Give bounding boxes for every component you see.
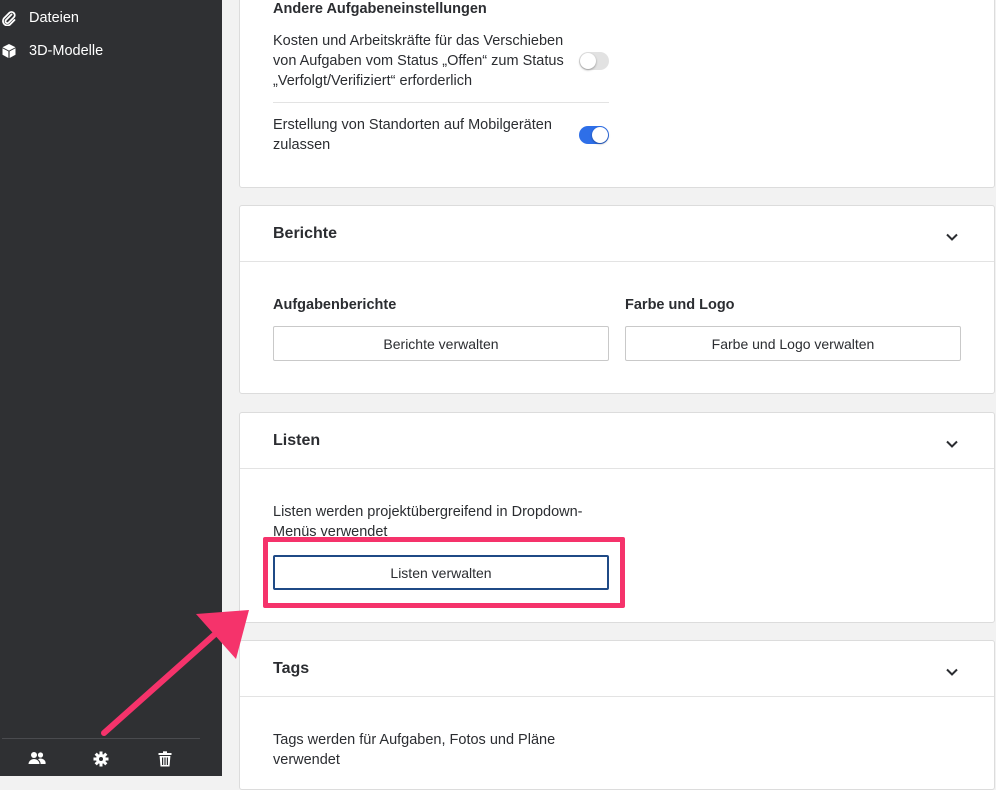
reports-panel: Berichte Aufgabenberichte Berichte verwa… [239,205,995,394]
sidebar-item-files[interactable]: Dateien [0,6,79,30]
manage-lists-button[interactable]: Listen verwalten [273,555,609,590]
color-logo-heading: Farbe und Logo [625,297,735,313]
toggle-costs-required[interactable] [579,52,609,70]
tags-panel: Tags Tags werden für Aufgaben, Fotos und… [239,640,995,790]
sidebar-item-label: 3D-Modelle [29,43,104,59]
panel-title: Berichte [273,225,338,242]
tags-panel-header[interactable]: Tags [240,641,994,697]
trash-icon[interactable] [158,751,172,772]
sidebar: Dateien 3D-Modelle [0,0,222,776]
divider [273,102,609,103]
lists-panel-header[interactable]: Listen [240,413,994,469]
task-settings-panel: Andere Aufgabeneinstellungen Kosten und … [239,0,995,188]
cube-icon [0,43,20,59]
setting-label-mobile-locations: Erstellung von Standorten auf Mobilgerät… [273,117,552,153]
toggle-knob [592,127,608,143]
gear-icon[interactable] [93,751,109,772]
task-reports-heading: Aufgabenberichte [273,297,397,313]
lists-description: Listen werden projektübergreifend in Dro… [273,504,583,540]
sidebar-footer [2,738,200,776]
lists-panel: Listen Listen werden projektübergreifend… [239,412,995,623]
chevron-down-icon[interactable] [946,663,958,681]
task-settings-heading: Andere Aufgabeneinstellungen [273,1,487,17]
panel-title: Listen [273,432,321,449]
tags-description: Tags werden für Aufgaben, Fotos und Plän… [273,732,556,768]
toggle-knob [580,53,596,69]
users-icon[interactable] [28,751,46,770]
setting-label-costs-required: Kosten und Arbeitskräfte für das Verschi… [273,33,564,89]
sidebar-item-3d-models[interactable]: 3D-Modelle [0,39,103,63]
chevron-down-icon[interactable] [946,228,958,246]
chevron-down-icon[interactable] [946,435,958,453]
paperclip-icon [0,10,20,26]
panel-title: Tags [273,660,310,677]
reports-panel-header[interactable]: Berichte [240,206,994,262]
toggle-mobile-locations[interactable] [579,126,609,144]
manage-reports-button[interactable]: Berichte verwalten [273,326,609,361]
manage-color-logo-button[interactable]: Farbe und Logo verwalten [625,326,961,361]
sidebar-item-label: Dateien [29,10,79,26]
